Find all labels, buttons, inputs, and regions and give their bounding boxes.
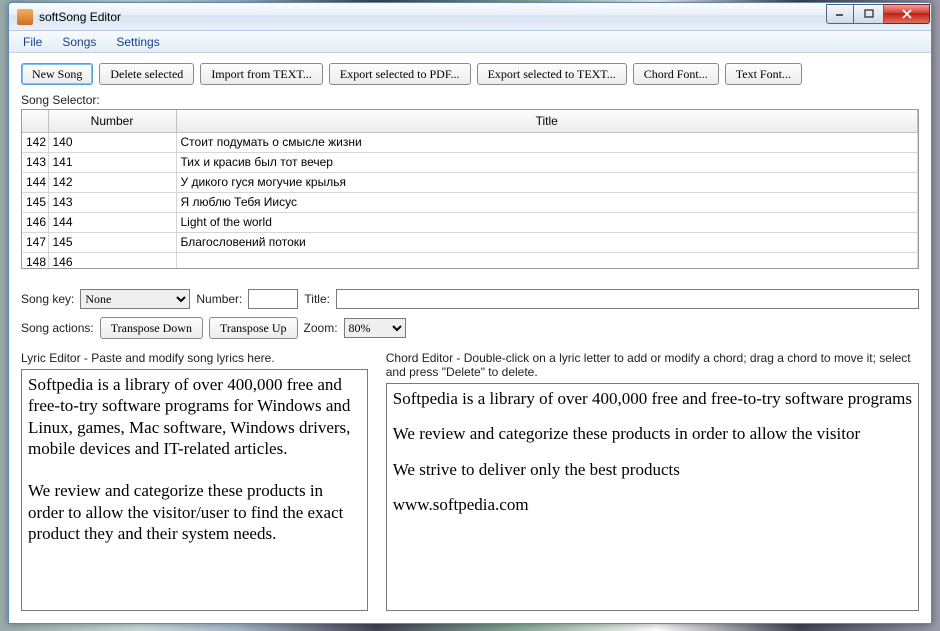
chord-editor[interactable]: Softpedia is a library of over 400,000 f…: [386, 383, 919, 611]
lyric-editor[interactable]: Softpedia is a library of over 400,000 f…: [21, 369, 368, 611]
table-row[interactable]: 143141Тих и красив был тот вечер: [22, 152, 918, 172]
row-title: [176, 252, 918, 268]
chord-line[interactable]: We strive to deliver only the best produ…: [393, 459, 912, 480]
table-row[interactable]: 144142У дикого гуся могучие крылья: [22, 172, 918, 192]
row-number: 145: [48, 232, 176, 252]
table-row[interactable]: 145143Я люблю Тебя Иисус: [22, 192, 918, 212]
menubar: File Songs Settings: [9, 31, 931, 53]
row-number: 144: [48, 212, 176, 232]
titlebar[interactable]: softSong Editor: [9, 3, 931, 31]
row-idx: 144: [22, 172, 48, 192]
row-number: 140: [48, 132, 176, 152]
menu-songs[interactable]: Songs: [52, 32, 106, 52]
lyric-editor-label: Lyric Editor - Paste and modify song lyr…: [21, 351, 368, 365]
row-idx: 145: [22, 192, 48, 212]
row-title: Благословений потоки: [176, 232, 918, 252]
song-key-select[interactable]: None: [80, 289, 190, 309]
col-number[interactable]: Number: [48, 110, 176, 132]
song-selector-label: Song Selector:: [21, 93, 919, 107]
number-label: Number:: [196, 292, 242, 306]
song-table[interactable]: Number Title 142140Стоит подумать о смыс…: [22, 110, 918, 268]
number-input[interactable]: [248, 289, 298, 309]
new-song-button[interactable]: New Song: [21, 63, 93, 85]
export-text-button[interactable]: Export selected to TEXT...: [477, 63, 627, 85]
lyric-editor-col: Lyric Editor - Paste and modify song lyr…: [21, 351, 368, 611]
window-controls: [826, 4, 930, 24]
text-font-button[interactable]: Text Font...: [725, 63, 802, 85]
song-selector-section: Song Selector: Number Title 142140Стоит …: [21, 93, 919, 269]
zoom-label: Zoom:: [304, 321, 338, 335]
song-key-label: Song key:: [21, 292, 74, 306]
import-text-button[interactable]: Import from TEXT...: [200, 63, 323, 85]
song-table-scroll[interactable]: Number Title 142140Стоит подумать о смыс…: [22, 110, 918, 268]
song-fields-row: Song key: None Number: Title:: [21, 289, 919, 309]
app-window: softSong Editor File Songs Settings New …: [8, 2, 932, 624]
transpose-up-button[interactable]: Transpose Up: [209, 317, 298, 339]
row-number: 142: [48, 172, 176, 192]
chord-editor-label: Chord Editor - Double-click on a lyric l…: [386, 351, 919, 379]
row-idx: 142: [22, 132, 48, 152]
chord-line[interactable]: We review and categorize these products …: [393, 423, 912, 444]
table-row[interactable]: 148146: [22, 252, 918, 268]
export-pdf-button[interactable]: Export selected to PDF...: [329, 63, 471, 85]
song-table-wrap: Number Title 142140Стоит подумать о смыс…: [21, 109, 919, 269]
table-row[interactable]: 142140Стоит подумать о смысле жизни: [22, 132, 918, 152]
chord-line[interactable]: Softpedia is a library of over 400,000 f…: [393, 388, 912, 409]
row-idx: 143: [22, 152, 48, 172]
maximize-button[interactable]: [854, 4, 884, 24]
row-title: Я люблю Тебя Иисус: [176, 192, 918, 212]
chord-line[interactable]: www.softpedia.com: [393, 494, 912, 515]
minimize-button[interactable]: [826, 4, 854, 24]
table-row[interactable]: 147145Благословений потоки: [22, 232, 918, 252]
close-button[interactable]: [884, 4, 930, 24]
row-idx: 148: [22, 252, 48, 268]
app-icon: [17, 9, 33, 25]
transpose-down-button[interactable]: Transpose Down: [100, 317, 203, 339]
row-title: Light of the world: [176, 212, 918, 232]
row-number: 141: [48, 152, 176, 172]
chord-font-button[interactable]: Chord Font...: [633, 63, 719, 85]
row-number: 143: [48, 192, 176, 212]
row-idx: 147: [22, 232, 48, 252]
song-actions-label: Song actions:: [21, 321, 94, 335]
row-number: 146: [48, 252, 176, 268]
toolbar: New Song Delete selected Import from TEX…: [21, 63, 919, 85]
content-area: New Song Delete selected Import from TEX…: [9, 53, 931, 623]
row-idx: 146: [22, 212, 48, 232]
row-title: Стоит подумать о смысле жизни: [176, 132, 918, 152]
zoom-select[interactable]: 80%: [344, 318, 406, 338]
row-title: Тих и красив был тот вечер: [176, 152, 918, 172]
editors-row: Lyric Editor - Paste and modify song lyr…: [21, 351, 919, 611]
chord-editor-col: Chord Editor - Double-click on a lyric l…: [386, 351, 919, 611]
col-blank[interactable]: [22, 110, 48, 132]
menu-settings[interactable]: Settings: [106, 32, 169, 52]
menu-file[interactable]: File: [13, 32, 52, 52]
col-title[interactable]: Title: [176, 110, 918, 132]
title-input[interactable]: [336, 289, 919, 309]
title-label: Title:: [304, 292, 330, 306]
row-title: У дикого гуся могучие крылья: [176, 172, 918, 192]
window-title: softSong Editor: [39, 10, 929, 24]
song-actions-row: Song actions: Transpose Down Transpose U…: [21, 317, 919, 339]
delete-selected-button[interactable]: Delete selected: [99, 63, 194, 85]
table-row[interactable]: 146144Light of the world: [22, 212, 918, 232]
